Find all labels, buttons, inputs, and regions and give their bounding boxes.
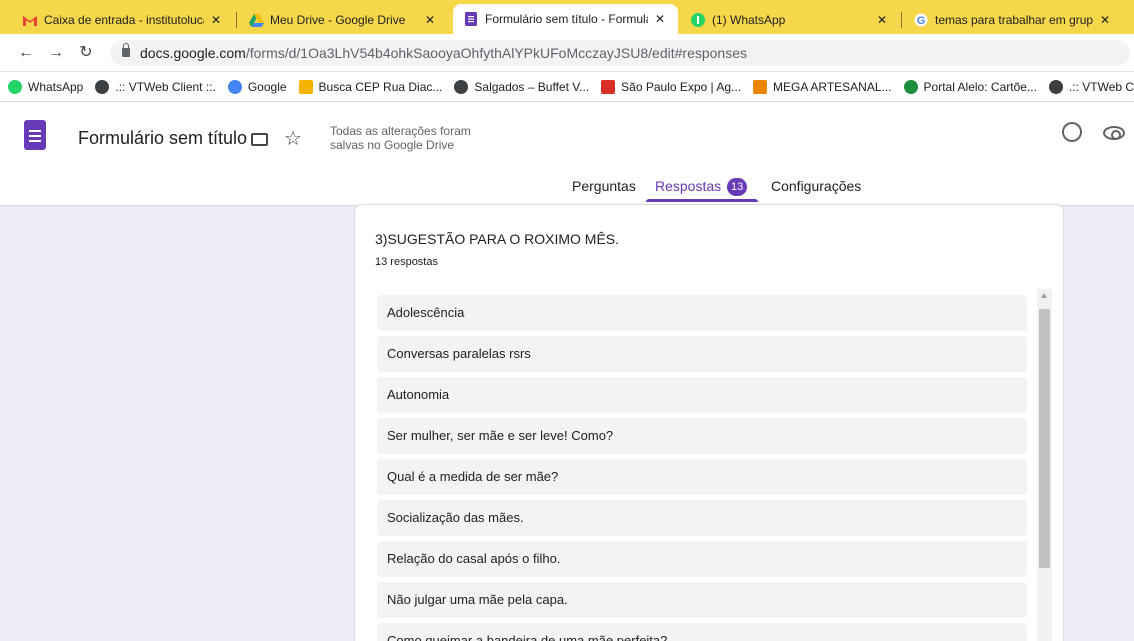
tab-title: temas para trabalhar em grupo c <box>935 13 1093 27</box>
alelo-icon <box>903 79 918 94</box>
browser-tab-strip: Caixa de entrada - institutolucas ✕ Meu … <box>0 0 1134 34</box>
close-icon[interactable]: ✕ <box>208 13 224 27</box>
reload-icon[interactable]: ↻ <box>76 43 96 63</box>
tab-questions[interactable]: Perguntas <box>572 178 636 194</box>
list-item: Não julgar uma mãe pela capa. <box>377 582 1027 618</box>
back-icon[interactable]: ← <box>16 43 36 63</box>
list-item: Como queimar a bandeira de uma mãe perfe… <box>377 623 1027 641</box>
close-icon[interactable]: ✕ <box>652 12 668 26</box>
list-item: Ser mulher, ser mãe e ser leve! Como? <box>377 418 1027 454</box>
scrollbar-thumb[interactable] <box>1039 309 1050 568</box>
bookmark-busca-cep[interactable]: Busca CEP Rua Diac... <box>298 79 443 94</box>
lock-icon <box>122 43 130 57</box>
google-drive-icon <box>248 12 264 28</box>
response-count: 13 respostas <box>375 256 438 268</box>
close-icon[interactable]: ✕ <box>422 13 438 27</box>
gmail-icon <box>22 12 38 28</box>
google-forms-icon <box>463 11 479 27</box>
cep-icon <box>298 79 313 94</box>
list-item: Relação do casal após o filho. <box>377 541 1027 577</box>
url-field[interactable]: docs.google.com/forms/d/1Oa3LhV54b4ohkSa… <box>110 40 1130 66</box>
tab-title: Meu Drive - Google Drive <box>270 13 406 27</box>
bookmark-label: MEGA ARTESANAL... <box>773 79 892 94</box>
tab-title: (1) WhatsApp <box>712 13 786 27</box>
scroll-up-icon[interactable] <box>1041 293 1047 298</box>
bookmark-sao-paulo-expo[interactable]: São Paulo Expo | Ag... <box>601 79 742 94</box>
answers-list: Adolescência Conversas paralelas rsrs Au… <box>377 295 1027 641</box>
save-status: Todas as alterações foram salvas no Goog… <box>330 124 471 152</box>
question-title: 3)SUGESTÃO PARA O ROXIMO MÊS. <box>375 231 620 247</box>
bookmark-vtweb-2[interactable]: .:: VTWeb Client ::. <box>1048 79 1134 94</box>
globe-icon <box>95 79 110 94</box>
mega-artesanal-icon <box>753 79 768 94</box>
palette-icon[interactable] <box>1062 122 1082 142</box>
list-item: Socialização das mães. <box>377 500 1027 536</box>
question-summary-card: 3)SUGESTÃO PARA O ROXIMO MÊS. 13 respost… <box>354 204 1064 641</box>
google-icon <box>227 79 242 94</box>
bookmark-label: Salgados – Buffet V... <box>474 79 590 94</box>
tab-separator <box>901 12 902 28</box>
google-forms-logo-icon[interactable] <box>24 120 46 150</box>
url-path: /forms/d/1Oa3LhV54b4ohkSaooyaOhfythAlYPk… <box>245 45 747 61</box>
url-host: docs.google.com <box>140 45 246 61</box>
bookmark-mega-artesanal[interactable]: MEGA ARTESANAL... <box>753 79 892 94</box>
bookmark-label: Busca CEP Rua Diac... <box>318 79 443 94</box>
star-icon[interactable]: ☆ <box>284 126 302 151</box>
bookmark-label: .:: VTWeb Client ::. <box>115 79 216 94</box>
bookmark-label: Portal Alelo: Cartõe... <box>923 79 1037 94</box>
google-icon: G <box>913 12 929 28</box>
tab-settings[interactable]: Configurações <box>771 178 861 194</box>
globe-icon <box>454 79 469 94</box>
bookmark-google[interactable]: Google <box>227 79 287 94</box>
whatsapp-icon <box>8 79 22 94</box>
tab-separator <box>236 12 237 28</box>
tab-whatsapp[interactable]: (1) WhatsApp ✕ <box>680 6 900 34</box>
answers-scrollbar[interactable] <box>1037 289 1052 641</box>
bookmark-label: WhatsApp <box>28 79 84 94</box>
tab-google-search[interactable]: G temas para trabalhar em grupo c ✕ <box>903 6 1123 34</box>
bookmark-label: Google <box>247 79 287 94</box>
tab-gmail[interactable]: Caixa de entrada - institutolucas ✕ <box>12 6 234 34</box>
address-bar-row: ← → ↻ docs.google.com/forms/d/1Oa3LhV54b… <box>0 34 1134 72</box>
whatsapp-icon <box>690 12 706 28</box>
list-item: Adolescência <box>377 295 1027 331</box>
tab-google-drive[interactable]: Meu Drive - Google Drive ✕ <box>238 6 448 34</box>
bookmark-salgados[interactable]: Salgados – Buffet V... <box>454 79 590 94</box>
responses-count-badge: 13 <box>727 178 748 196</box>
forms-header: Formulário sem título ☆ Todas as alteraç… <box>0 102 1134 206</box>
expo-icon <box>601 79 616 94</box>
tab-questions-label: Perguntas <box>572 178 636 194</box>
tab-title: Caixa de entrada - institutolucas <box>44 13 204 27</box>
list-item: Qual é a medida de ser mãe? <box>377 459 1027 495</box>
tab-responses-label: Respostas <box>655 178 722 194</box>
folder-icon[interactable] <box>251 133 268 146</box>
bookmark-label: São Paulo Expo | Ag... <box>621 79 742 94</box>
bookmark-vtweb[interactable]: .:: VTWeb Client ::. <box>95 79 216 94</box>
close-icon[interactable]: ✕ <box>874 13 890 27</box>
list-item: Autonomia <box>377 377 1027 413</box>
list-item: Conversas paralelas rsrs <box>377 336 1027 372</box>
close-icon[interactable]: ✕ <box>1097 13 1113 27</box>
bookmarks-bar: WhatsApp .:: VTWeb Client ::. Google Bus… <box>0 72 1134 102</box>
tab-google-forms[interactable]: Formulário sem título - Formulár ✕ <box>453 4 678 34</box>
preview-eye-icon[interactable] <box>1103 126 1125 140</box>
globe-icon <box>1048 79 1063 94</box>
bookmark-label: .:: VTWeb Client ::. <box>1068 79 1134 94</box>
form-title[interactable]: Formulário sem título <box>78 128 247 149</box>
bookmark-whatsapp[interactable]: WhatsApp <box>8 79 84 94</box>
tab-title: Formulário sem título - Formulár <box>485 12 648 26</box>
active-tab-indicator <box>646 199 758 202</box>
forward-icon[interactable]: → <box>46 43 66 63</box>
svg-text:G: G <box>917 15 926 27</box>
bookmark-portal-alelo[interactable]: Portal Alelo: Cartõe... <box>903 79 1037 94</box>
tab-settings-label: Configurações <box>771 178 862 194</box>
tab-responses[interactable]: Respostas 13 <box>655 178 748 196</box>
